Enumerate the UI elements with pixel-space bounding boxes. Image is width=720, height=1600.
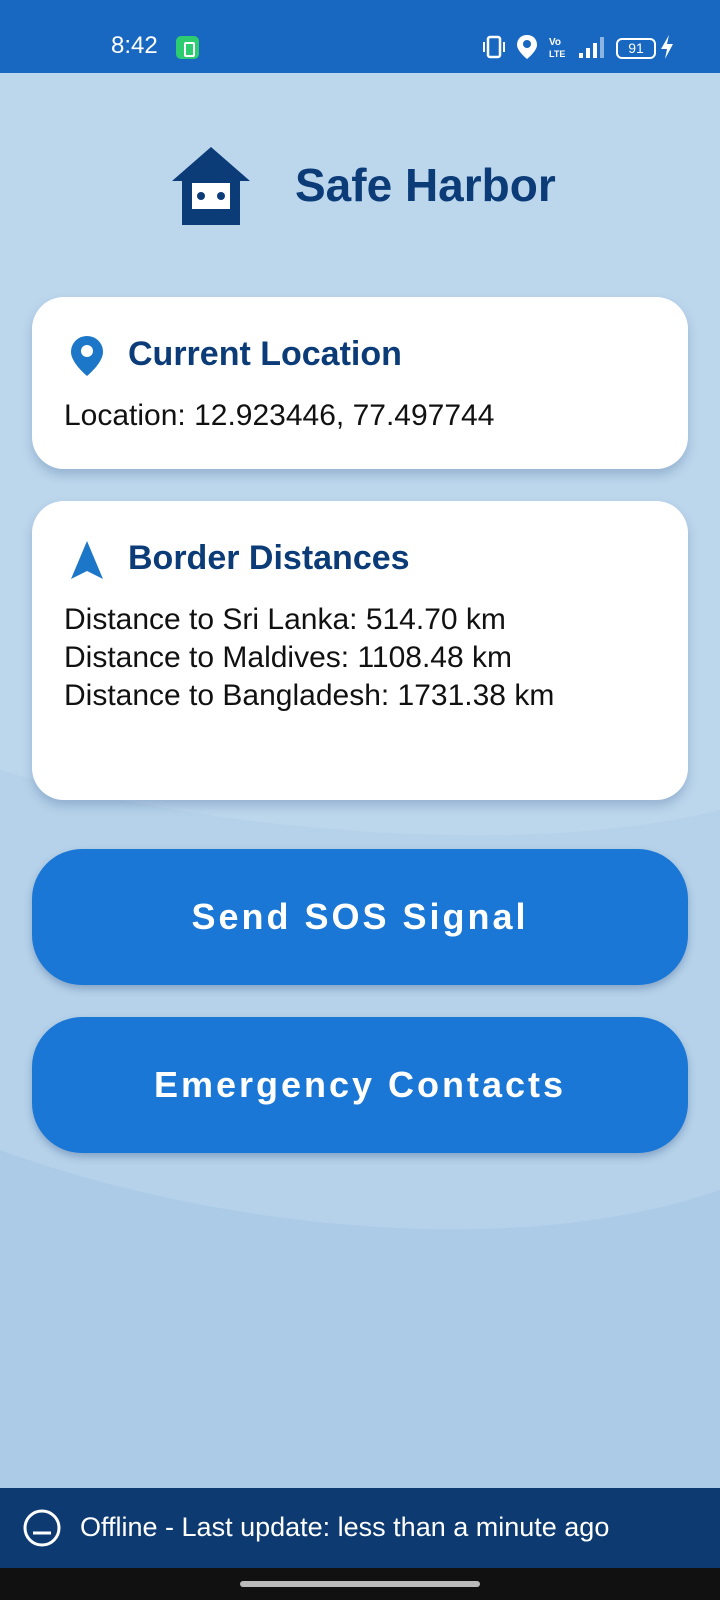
current-location-card: Current Location Location: 12.923446, 77… bbox=[32, 297, 688, 469]
app-title: Safe Harbor bbox=[295, 159, 556, 211]
emergency-contacts-button[interactable]: Emergency Contacts bbox=[32, 1017, 688, 1153]
home-gesture-handle[interactable] bbox=[240, 1581, 480, 1587]
current-location-title: Current Location bbox=[128, 335, 402, 373]
distance-sri-lanka: Distance to Sri Lanka: 514.70 km bbox=[64, 603, 506, 636]
battery-saver-icon bbox=[176, 36, 199, 59]
location-status-icon bbox=[517, 35, 537, 59]
signal-icon bbox=[579, 37, 604, 58]
distance-list: Distance to Sri Lanka: 514.70 km Distanc… bbox=[64, 601, 554, 715]
location-coordinates: Location: 12.923446, 77.497744 bbox=[64, 399, 495, 432]
offline-banner: Offline - Last update: less than a minut… bbox=[0, 1488, 720, 1568]
border-distances-card: Border Distances Distance to Sri Lanka: … bbox=[32, 501, 688, 800]
distance-bangladesh: Distance to Bangladesh: 1731.38 km bbox=[64, 679, 555, 712]
navigation-arrow-icon bbox=[71, 541, 103, 579]
charging-icon bbox=[661, 35, 673, 59]
offline-status-text: Offline - Last update: less than a minut… bbox=[80, 1512, 610, 1542]
svg-text:LTE: LTE bbox=[549, 49, 565, 59]
status-icons: Vo LTE 91 bbox=[482, 34, 673, 62]
border-distances-title: Border Distances bbox=[128, 539, 410, 577]
vibrate-icon bbox=[483, 35, 505, 59]
background-waves bbox=[0, 0, 720, 1600]
send-sos-button[interactable]: Send SOS Signal bbox=[32, 849, 688, 985]
svg-text:Vo: Vo bbox=[549, 37, 561, 48]
status-time: 8:42 bbox=[111, 32, 158, 59]
system-navigation-bar bbox=[0, 1568, 720, 1600]
distance-maldives: Distance to Maldives: 1108.48 km bbox=[64, 641, 512, 674]
offline-status-icon bbox=[23, 1509, 61, 1547]
location-pin-icon bbox=[71, 336, 103, 376]
status-bar: 8:42 Vo LTE 91 bbox=[0, 0, 720, 73]
battery-icon: 91 bbox=[616, 38, 656, 59]
home-icon bbox=[172, 147, 250, 225]
app-header: Safe Harbor bbox=[0, 140, 720, 230]
volte-icon: Vo LTE bbox=[549, 37, 565, 59]
